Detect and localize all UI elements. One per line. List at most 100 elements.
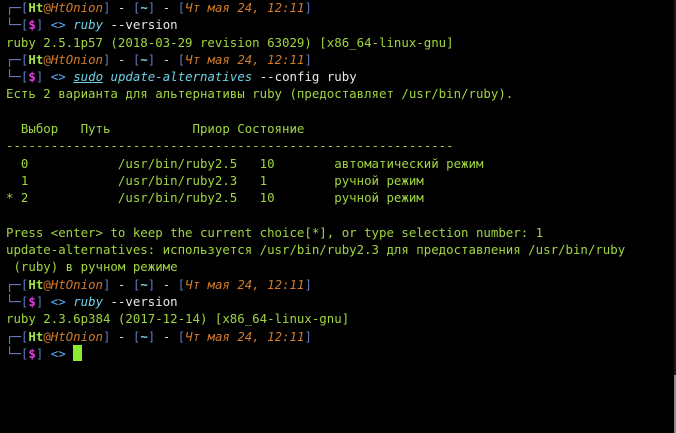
prompt-separator: -: [155, 0, 178, 15]
prompt-bracket-close: ]: [304, 51, 312, 67]
prompt-corner-top: ┌─: [6, 328, 21, 344]
prompt-command-line: └─[$] <> ruby --version: [6, 293, 676, 310]
terminal-cursor[interactable]: [73, 344, 83, 361]
prompt-header-line: ┌─[Ht@HtOnion] - [~] - [Чт мая 24, 12:11…: [6, 0, 676, 16]
terminal-output: ┌─[Ht@HtOnion] - [~] - [Чт мая 24, 12:11…: [6, 0, 676, 362]
output-line: update-alternatives: используется /usr/b…: [6, 241, 676, 258]
prompt-corner-bottom: └─: [6, 345, 21, 361]
prompt-corner-bottom: └─: [6, 294, 21, 310]
command-args: --version: [103, 294, 178, 310]
prompt-user: Ht: [28, 276, 44, 292]
prompt-bracket-close: ]: [304, 276, 312, 292]
prompt-command-line: └─[$] <>: [6, 344, 676, 362]
output-line: * 2 /usr/bin/ruby2.5 10 ручной режим: [6, 189, 676, 206]
prompt-separator: -: [155, 328, 178, 344]
output-text: 1 /usr/bin/ruby2.3 1 ручной режим: [6, 172, 424, 188]
prompt-separator: -: [110, 328, 133, 344]
output-line: (ruby) в ручном режиме: [6, 258, 676, 275]
prompt-bracket-open: [: [177, 0, 186, 15]
prompt-corner-top: ┌─: [6, 276, 21, 292]
output-line: 1 /usr/bin/ruby2.3 1 ручной режим: [6, 172, 676, 189]
output-line: 0 /usr/bin/ruby2.5 10 автоматический реж…: [6, 155, 676, 172]
output-text: ruby 2.5.1p57 (2018-03-29 revision 63029…: [6, 34, 454, 50]
output-text: (ruby) в ручном режиме: [6, 259, 178, 275]
prompt-bracket-close: ]: [304, 328, 312, 344]
prompt-at: @: [43, 276, 51, 292]
prompt-host: HtOnion: [50, 51, 103, 67]
output-line: Press <enter> to keep the current choice…: [6, 224, 676, 241]
output-text: ----------------------------------------…: [6, 138, 454, 154]
prompt-separator: -: [155, 276, 178, 292]
prompt-dollar: $: [28, 294, 36, 310]
output-line: ruby 2.3.6p384 (2017-12-14) [x86_64-linu…: [6, 310, 676, 327]
prompt-dollar: $: [28, 17, 36, 33]
prompt-arrow: <>: [50, 17, 66, 33]
prompt-datetime: Чт мая 24, 12:11: [185, 51, 305, 67]
prompt-user: Ht: [28, 328, 44, 344]
prompt-at: @: [43, 328, 51, 344]
prompt-datetime: Чт мая 24, 12:11: [185, 328, 305, 344]
prompt-bracket-open: [: [177, 276, 186, 292]
output-text: Есть 2 варианта для альтернативы ruby (п…: [6, 86, 514, 102]
prompt-datetime: Чт мая 24, 12:11: [185, 276, 305, 292]
command-name: ruby: [73, 294, 104, 310]
prompt-dollar: $: [28, 345, 36, 361]
prompt-cwd: ~: [140, 51, 148, 67]
prompt-user: Ht: [28, 0, 44, 15]
prompt-arrow: <>: [50, 69, 66, 85]
output-text: 0 /usr/bin/ruby2.5 10 автоматический реж…: [6, 155, 484, 171]
prompt-host: HtOnion: [50, 0, 103, 15]
prompt-header-line: ┌─[Ht@HtOnion] - [~] - [Чт мая 24, 12:11…: [6, 51, 676, 68]
prompt-cwd: ~: [140, 328, 148, 344]
output-text: ruby 2.3.6p384 (2017-12-14) [x86_64-linu…: [6, 311, 350, 327]
terminal-window[interactable]: ┌─[Ht@HtOnion] - [~] - [Чт мая 24, 12:11…: [0, 0, 676, 433]
prompt-cwd: ~: [140, 0, 148, 15]
prompt-command-line: └─[$] <> sudo update-alternatives --conf…: [6, 68, 676, 85]
prompt-corner-top: ┌─: [6, 51, 21, 67]
command-name: ruby: [73, 17, 104, 33]
output-line: ruby 2.5.1p57 (2018-03-29 revision 63029…: [6, 34, 676, 51]
prompt-datetime: Чт мая 24, 12:11: [185, 0, 305, 15]
prompt-header-line: ┌─[Ht@HtOnion] - [~] - [Чт мая 24, 12:11…: [6, 328, 676, 345]
output-line: ----------------------------------------…: [6, 137, 676, 154]
prompt-at: @: [43, 51, 51, 67]
prompt-corner-bottom: └─: [6, 17, 21, 33]
output-text: * 2 /usr/bin/ruby2.5 10 ручной режим: [6, 190, 424, 206]
prompt-corner-bottom: └─: [6, 69, 21, 85]
prompt-host: HtOnion: [50, 276, 103, 292]
prompt-separator: -: [110, 51, 133, 67]
command-sudo: sudo: [73, 69, 104, 85]
prompt-arrow: <>: [50, 345, 66, 361]
command-args: --version: [103, 17, 178, 33]
prompt-host: HtOnion: [50, 328, 103, 344]
prompt-cwd: ~: [140, 276, 148, 292]
prompt-bracket-open: [: [177, 51, 186, 67]
output-text: update-alternatives: используется /usr/b…: [6, 242, 626, 258]
command-args: --config ruby: [252, 69, 357, 85]
prompt-user: Ht: [28, 51, 44, 67]
output-line: Выбор Путь Приор Состояние: [6, 120, 676, 137]
prompt-separator: -: [110, 276, 133, 292]
prompt-bracket-close: ]: [304, 0, 312, 15]
prompt-command-line: └─[$] <> ruby --version: [6, 16, 676, 33]
prompt-dollar: $: [28, 69, 36, 85]
prompt-separator: -: [110, 0, 133, 15]
prompt-at: @: [43, 0, 51, 15]
output-text: Выбор Путь Приор Состояние: [6, 121, 305, 137]
prompt-arrow: <>: [50, 294, 66, 310]
prompt-bracket-open: [: [177, 328, 186, 344]
output-text: Press <enter> to keep the current choice…: [6, 224, 544, 240]
prompt-header-line: ┌─[Ht@HtOnion] - [~] - [Чт мая 24, 12:11…: [6, 276, 676, 293]
output-line: Есть 2 варианта для альтернативы ruby (п…: [6, 85, 676, 102]
prompt-corner-top: ┌─: [6, 0, 21, 15]
prompt-separator: -: [155, 51, 178, 67]
command-name: update-alternatives: [110, 69, 253, 85]
